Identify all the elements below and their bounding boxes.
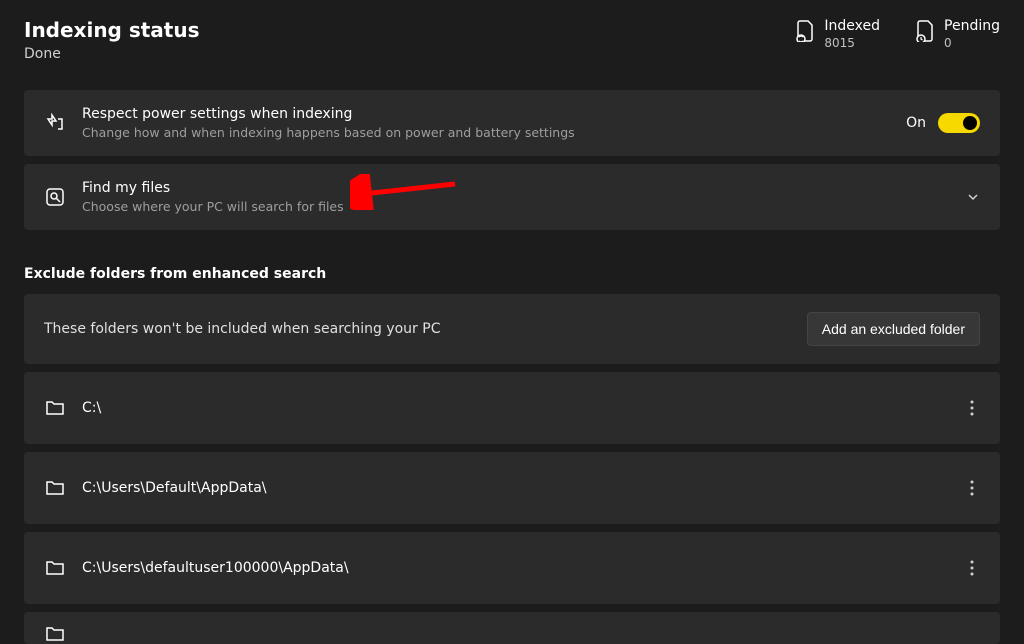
more-icon[interactable] <box>964 394 980 422</box>
search-file-icon <box>44 187 66 207</box>
indexed-value: 8015 <box>824 36 880 50</box>
power-icon <box>44 113 66 133</box>
find-desc: Choose where your PC will search for fil… <box>82 199 950 214</box>
folder-icon <box>44 626 66 642</box>
folder-row[interactable]: C:\Users\Default\AppData\ <box>24 452 1000 524</box>
page-title: Indexing status <box>24 18 200 42</box>
add-excluded-folder-button[interactable]: Add an excluded folder <box>807 312 980 346</box>
power-settings-row[interactable]: Respect power settings when indexing Cha… <box>24 90 1000 156</box>
pending-stat: Pending 0 <box>916 18 1000 50</box>
more-icon[interactable] <box>964 554 980 582</box>
indexed-label: Indexed <box>824 18 880 34</box>
pending-label: Pending <box>944 18 1000 34</box>
power-toggle-state: On <box>906 115 926 131</box>
chevron-down-icon <box>966 190 980 204</box>
folder-row[interactable]: C:\ <box>24 372 1000 444</box>
exclude-header-row: These folders won't be included when sea… <box>24 294 1000 364</box>
exclude-hint: These folders won't be included when sea… <box>44 321 440 337</box>
header: Indexing status Done Indexed 8015 <box>24 18 1000 62</box>
folder-path: C:\Users\Default\AppData\ <box>82 480 948 496</box>
folder-icon <box>44 480 66 496</box>
document-clock-icon <box>916 20 934 42</box>
document-refresh-icon <box>796 20 814 42</box>
folder-path: C:\Users\defaultuser100000\AppData\ <box>82 560 948 576</box>
status-text: Done <box>24 46 200 62</box>
indexed-stat: Indexed 8015 <box>796 18 880 50</box>
find-title: Find my files <box>82 180 950 196</box>
power-desc: Change how and when indexing happens bas… <box>82 125 890 140</box>
header-status: Indexing status Done <box>24 18 200 62</box>
folder-row[interactable] <box>24 612 1000 644</box>
header-stats: Indexed 8015 Pending 0 <box>796 18 1000 50</box>
folder-icon <box>44 560 66 576</box>
folder-icon <box>44 400 66 416</box>
power-toggle-wrap: On <box>906 113 980 133</box>
power-toggle[interactable] <box>938 113 980 133</box>
folder-path: C:\ <box>82 400 948 416</box>
pending-value: 0 <box>944 36 1000 50</box>
power-title: Respect power settings when indexing <box>82 106 890 122</box>
more-icon[interactable] <box>964 474 980 502</box>
folder-row[interactable]: C:\Users\defaultuser100000\AppData\ <box>24 532 1000 604</box>
find-my-files-row[interactable]: Find my files Choose where your PC will … <box>24 164 1000 230</box>
exclude-section-title: Exclude folders from enhanced search <box>24 266 1000 282</box>
